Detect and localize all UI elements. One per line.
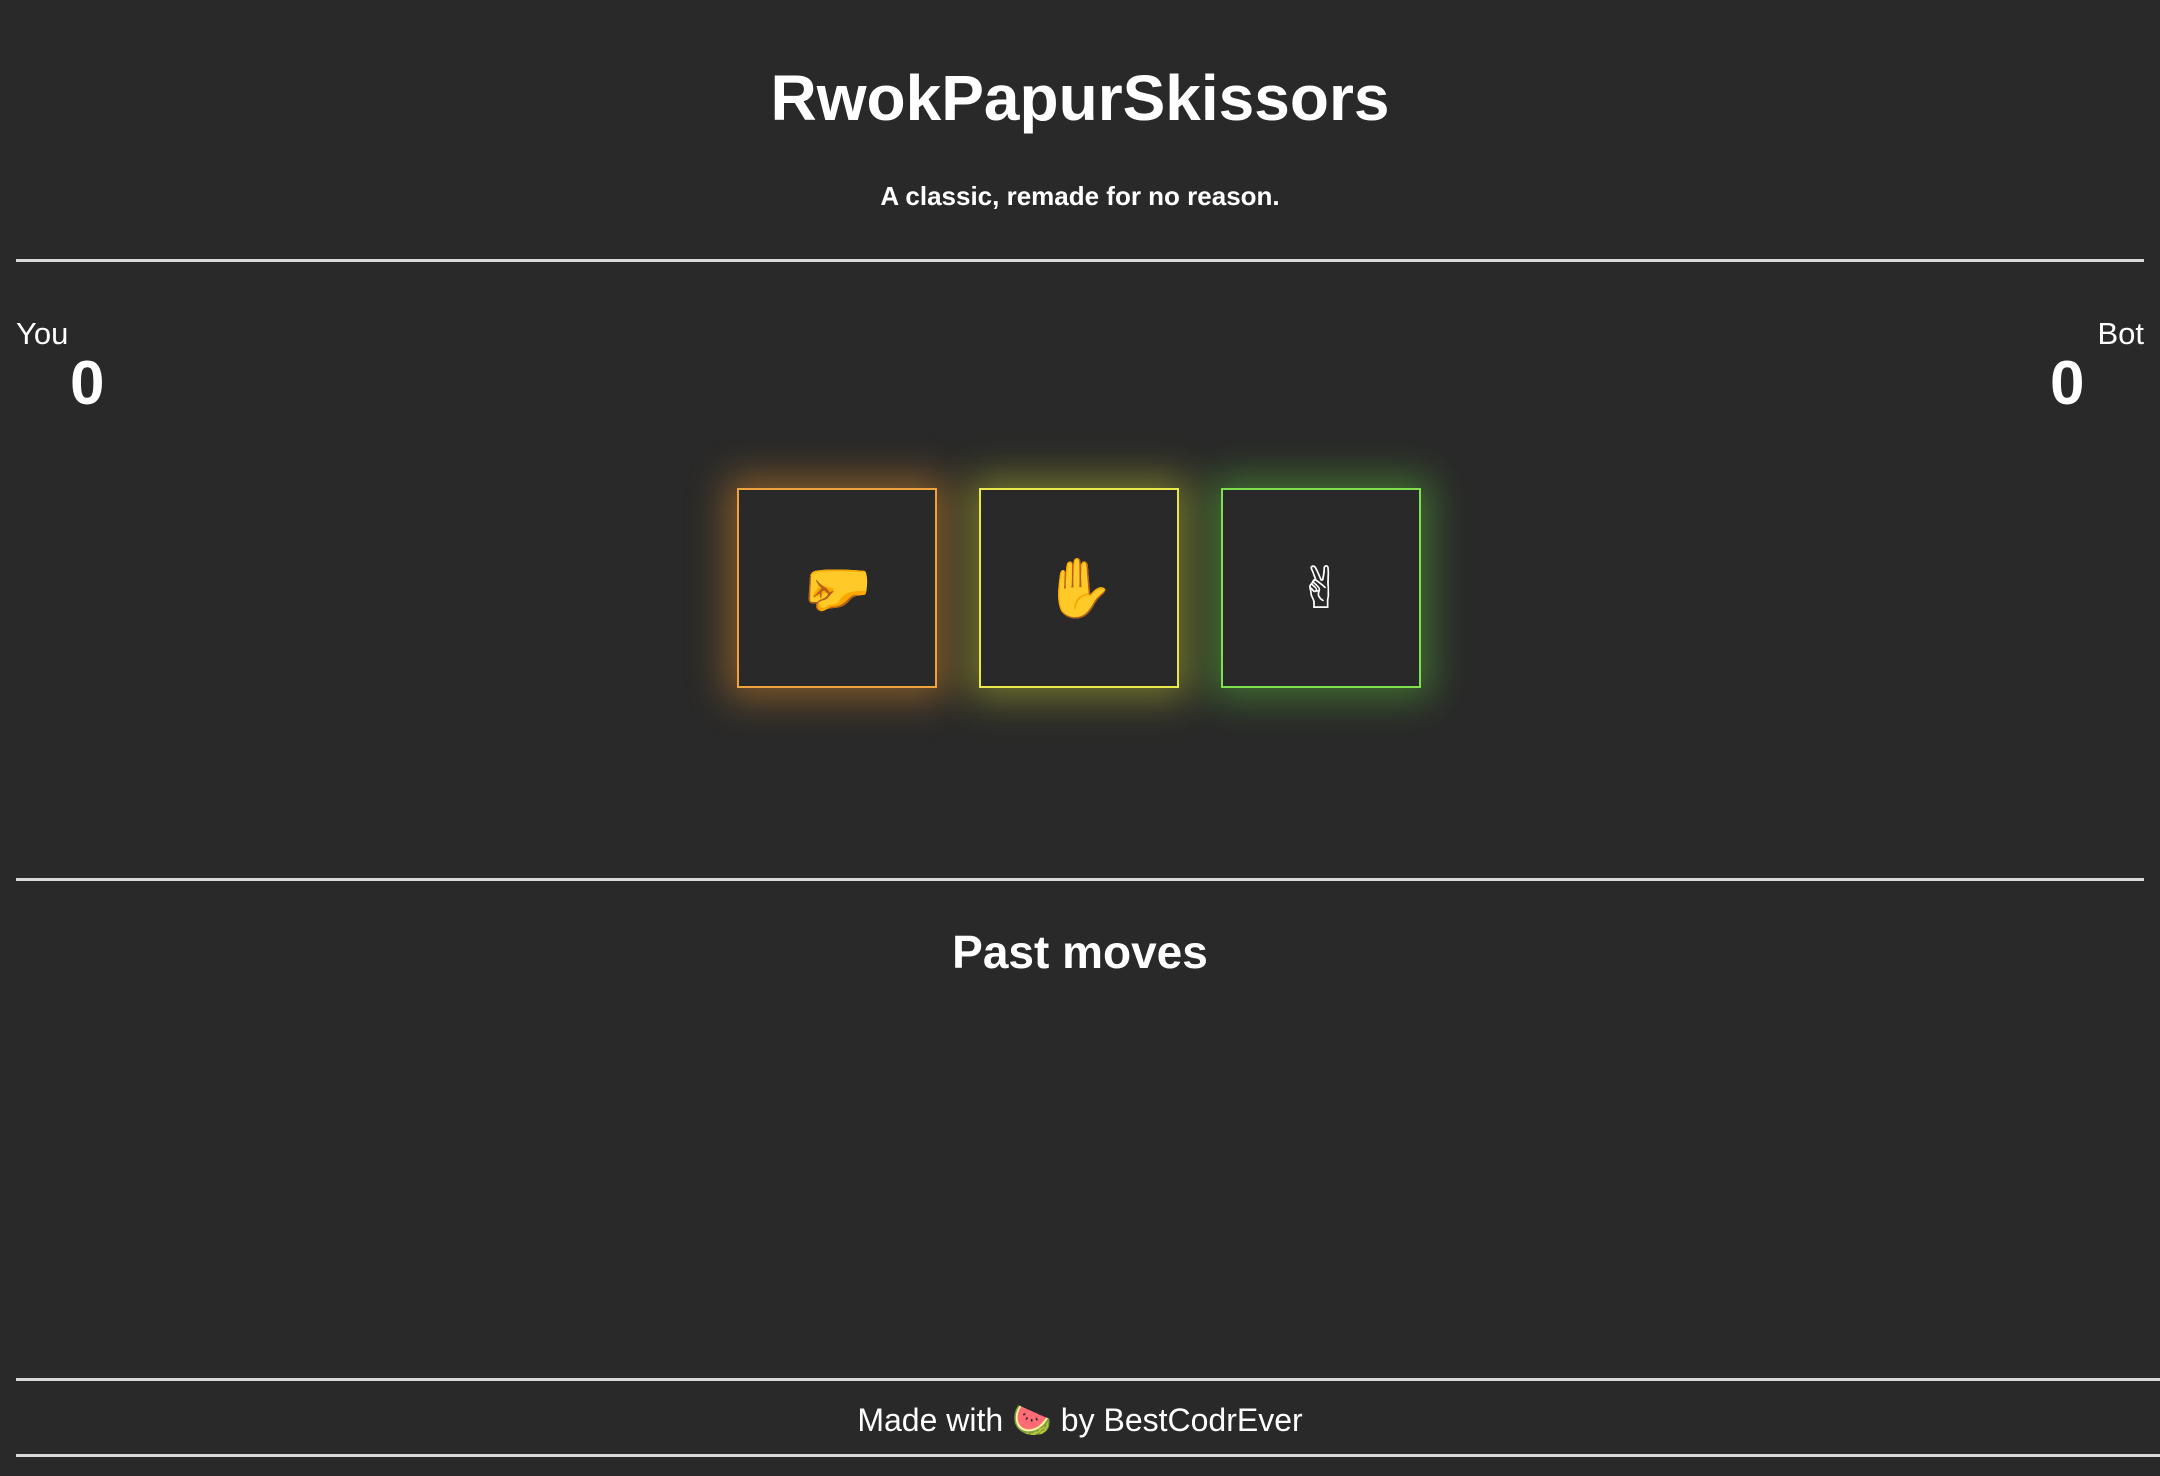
rock-button[interactable]: 🤛 [737, 488, 937, 688]
watermelon-icon: 🍉 [1012, 1401, 1052, 1439]
player-score-label: You [16, 316, 69, 351]
page-title: RwokPapurSkissors [770, 62, 1390, 134]
section-divider [16, 878, 2144, 881]
paper-button[interactable]: ✋ [979, 488, 1179, 688]
footer-prefix: Made with [857, 1402, 1004, 1438]
fist-icon: 🤛 [800, 554, 874, 622]
past-moves-heading: Past moves [952, 926, 1208, 978]
bot-score-label: Bot [2097, 316, 2144, 351]
footer-credit: by BestCodrEver [1060, 1402, 1303, 1438]
past-moves-list [16, 1000, 2144, 1360]
bot-score-value: 0 [2050, 349, 2085, 418]
header-divider [16, 259, 2144, 262]
raised-hand-icon: ✋ [1042, 554, 1116, 622]
victory-hand-icon: ✌ [1296, 554, 1346, 622]
footer-divider-top [16, 1378, 2160, 1381]
scissors-button[interactable]: ✌ [1221, 488, 1421, 688]
footer: Made with 🍉 by BestCodrEver [0, 1398, 2160, 1442]
page-subtitle: A classic, remade for no reason. [880, 181, 1280, 211]
player-score-value: 0 [70, 349, 105, 418]
footer-divider-bottom [16, 1454, 2160, 1457]
